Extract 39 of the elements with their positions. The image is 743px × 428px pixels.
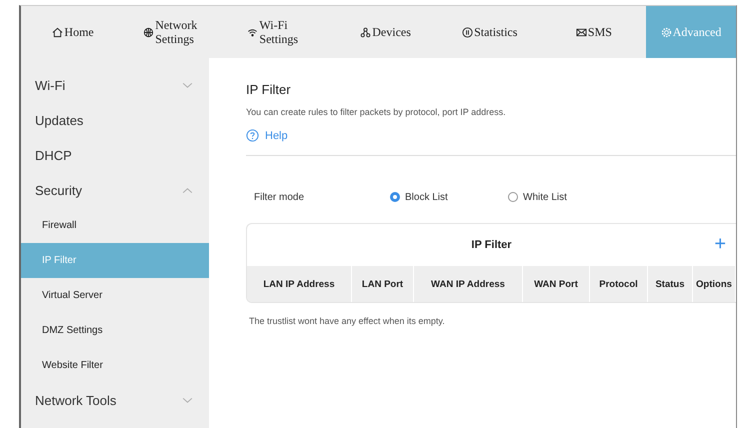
nav-icon — [462, 26, 474, 38]
help-icon — [246, 129, 259, 142]
nav-icon — [52, 26, 64, 38]
filter-mode-label: Filter mode — [254, 192, 306, 202]
page-title: IP Filter — [246, 82, 292, 97]
sidebar-subitem[interactable]: DMZ Settings — [21, 313, 209, 348]
sidebar-subitem[interactable]: Website Filter — [21, 348, 209, 383]
nav-icon — [360, 26, 372, 38]
sidebar-item[interactable]: DHCP — [21, 138, 209, 173]
column-header: Protocol — [590, 266, 648, 302]
sidebar-subitem[interactable]: Virtual Server — [21, 278, 209, 313]
sidebar-item[interactable]: Updates — [21, 103, 209, 138]
column-header: Options — [693, 266, 736, 302]
sidebar-item[interactable]: Wi-Fi — [21, 68, 209, 103]
nav-icon — [660, 26, 672, 38]
sidebar-subitem[interactable]: Firewall — [21, 208, 209, 243]
nav-tab[interactable]: Home — [21, 6, 126, 58]
radio-button[interactable] — [508, 192, 518, 202]
nav-tab[interactable]: Statistics — [438, 6, 542, 58]
column-header: WAN IP Address — [414, 266, 523, 302]
nav-tab[interactable]: SMS — [542, 6, 646, 58]
nav-icon — [576, 26, 587, 38]
column-header: LAN Port — [352, 266, 414, 302]
radio-label: White List — [523, 192, 567, 202]
sidebar-item[interactable]: Network Tools — [21, 383, 209, 418]
page-description: You can create rules to filter packets by protocol, port IP address. — [246, 107, 507, 117]
column-header: LAN IP Address — [247, 266, 352, 302]
nav-icon — [143, 26, 154, 38]
sidebar-item[interactable]: Security — [21, 173, 209, 208]
nav-tab[interactable]: Network Settings — [125, 6, 230, 58]
column-header: Status — [648, 266, 693, 302]
nav-icon — [247, 26, 258, 38]
nav-tab[interactable]: Wi-Fi Settings — [229, 6, 334, 58]
radio-label: Block List — [405, 192, 448, 202]
nav-tab[interactable]: Devices — [334, 6, 438, 58]
radio-button[interactable] — [390, 192, 400, 202]
column-header: WAN Port — [523, 266, 590, 302]
empty-note: The trustlist wont have any effect when its empty. — [248, 316, 446, 326]
table-title: IP Filter — [471, 239, 512, 251]
